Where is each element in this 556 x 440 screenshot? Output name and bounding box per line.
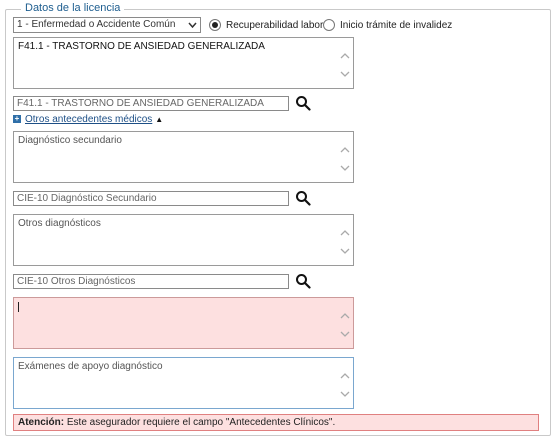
section-title: Datos de la licencia — [21, 2, 125, 14]
text-caret — [18, 302, 19, 312]
other-cie-input[interactable]: CIE-10 Otros Diagnósticos — [13, 274, 289, 289]
chevron-down-icon[interactable] — [340, 70, 350, 78]
license-type-select[interactable]: 1 - Enfermedad o Accidente Común — [13, 17, 201, 33]
chevron-up-icon[interactable] — [340, 52, 350, 60]
scrollbar[interactable] — [339, 215, 351, 265]
chevron-down-icon[interactable] — [340, 247, 350, 255]
secondary-diagnosis-placeholder: Diagnóstico secundario — [18, 135, 122, 146]
search-icon[interactable] — [295, 273, 311, 289]
plus-icon: + — [13, 114, 21, 123]
radio-label-invalidez: Inicio trámite de invalidez — [340, 19, 453, 31]
support-exams-placeholder: Exámenes de apoyo diagnóstico — [18, 361, 163, 372]
radio-invalidez[interactable]: Inicio trámite de invalidez — [323, 17, 452, 33]
secondary-diagnosis-textarea[interactable]: Diagnóstico secundario — [13, 131, 354, 183]
other-cie-placeholder: CIE-10 Otros Diagnósticos — [17, 276, 136, 287]
chevron-up-icon[interactable] — [340, 372, 350, 380]
search-icon[interactable] — [295, 95, 311, 111]
radio-recuperabilidad[interactable]: Recuperabilidad laboral — [209, 17, 331, 33]
other-medical-history-link[interactable]: Otros antecedentes médicos — [25, 114, 152, 125]
scrollbar[interactable] — [339, 38, 351, 88]
chevron-down-icon[interactable] — [340, 330, 350, 338]
required-field-alert: Atención: Este asegurador requiere el ca… — [13, 414, 539, 431]
chevron-down-icon[interactable] — [340, 390, 350, 398]
primary-cie-input-value: F41.1 - TRASTORNO DE ANSIEDAD GENERALIZA… — [17, 98, 264, 109]
alert-message: Este asegurador requiere el campo "Antec… — [66, 417, 336, 428]
scrollbar[interactable] — [339, 132, 351, 182]
other-medical-history-toggle[interactable]: + Otros antecedentes médicos ▲ — [13, 113, 163, 125]
secondary-cie-input[interactable]: CIE-10 Diagnóstico Secundario — [13, 191, 289, 206]
other-diagnoses-textarea[interactable]: Otros diagnósticos — [13, 214, 354, 266]
primary-diagnosis-textarea[interactable]: F41.1 - TRASTORNO DE ANSIEDAD GENERALIZA… — [13, 37, 354, 89]
chevron-down-icon — [188, 22, 197, 29]
chevron-up-icon[interactable] — [340, 146, 350, 154]
chevron-down-icon[interactable] — [340, 164, 350, 172]
triangle-up-icon: ▲ — [155, 114, 164, 124]
other-diagnoses-placeholder: Otros diagnósticos — [18, 218, 101, 229]
scrollbar[interactable] — [339, 298, 351, 348]
search-icon[interactable] — [295, 190, 311, 206]
secondary-cie-placeholder: CIE-10 Diagnóstico Secundario — [17, 193, 157, 204]
radio-button-checked[interactable] — [209, 19, 221, 31]
primary-diagnosis-text: F41.1 - TRASTORNO DE ANSIEDAD GENERALIZA… — [18, 41, 265, 52]
alert-label: Atención: — [18, 417, 65, 428]
chevron-up-icon[interactable] — [340, 312, 350, 320]
clinical-history-textarea[interactable] — [13, 297, 354, 349]
chevron-up-icon[interactable] — [340, 229, 350, 237]
primary-cie-input[interactable]: F41.1 - TRASTORNO DE ANSIEDAD GENERALIZA… — [13, 96, 289, 111]
scrollbar[interactable] — [339, 358, 351, 408]
radio-label-recuperabilidad: Recuperabilidad laboral — [226, 19, 332, 31]
support-exams-textarea[interactable]: Exámenes de apoyo diagnóstico — [13, 357, 354, 409]
license-type-selected-value: 1 - Enfermedad o Accidente Común — [17, 19, 176, 30]
radio-button-unchecked[interactable] — [323, 19, 335, 31]
